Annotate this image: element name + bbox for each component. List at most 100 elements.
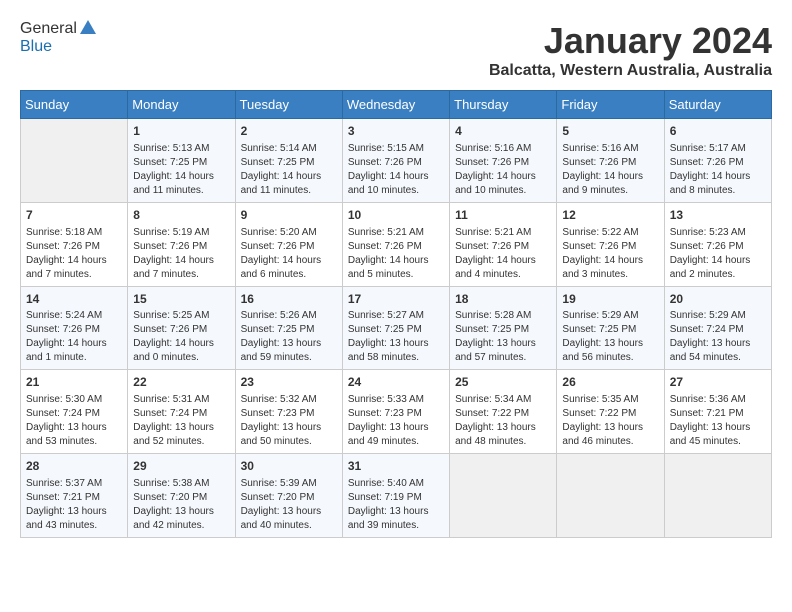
day-info: Sunrise: 5:32 AM Sunset: 7:23 PM Dayligh… <box>241 393 337 449</box>
day-number: 17 <box>348 291 444 308</box>
calendar-cell <box>557 454 664 538</box>
calendar-cell: 15Sunrise: 5:25 AM Sunset: 7:26 PM Dayli… <box>128 286 235 370</box>
day-number: 5 <box>562 123 658 140</box>
day-number: 6 <box>670 123 766 140</box>
calendar-cell: 20Sunrise: 5:29 AM Sunset: 7:24 PM Dayli… <box>664 286 771 370</box>
location-subtitle: Balcatta, Western Australia, Australia <box>489 62 772 80</box>
day-number: 19 <box>562 291 658 308</box>
calendar-cell: 13 Sunrise: 5:23 AM Sunset: 7:26 PM Dayli… <box>664 202 771 286</box>
day-number: 29 <box>133 458 229 475</box>
header-row: SundayMondayTuesdayWednesdayThursdayFrid… <box>21 91 772 119</box>
day-number: 28 <box>26 458 122 475</box>
calendar-cell: 6Sunrise: 5:17 AM Sunset: 7:26 PM Daylig… <box>664 119 771 203</box>
day-number: 22 <box>133 374 229 391</box>
day-number: 25 <box>455 374 551 391</box>
calendar-cell: 27 Sunrise: 5:36 AM Sunset: 7:21 PM Dayli… <box>664 370 771 454</box>
day-info: Sunrise: 5:25 AM Sunset: 7:26 PM Dayligh… <box>133 309 229 365</box>
calendar-cell: 1 Sunrise: 5:13 AM Sunset: 7:25 PM Daylig… <box>128 119 235 203</box>
day-number: 16 <box>241 291 337 308</box>
day-info: Sunrise: 5:29 AM Sunset: 7:25 PM Dayligh… <box>562 309 658 365</box>
day-number: 26 <box>562 374 658 391</box>
calendar-cell <box>21 119 128 203</box>
calendar-cell: 2 Sunrise: 5:14 AM Sunset: 7:25 PM Daylig… <box>235 119 342 203</box>
day-number: 1 <box>133 123 229 140</box>
day-info: Sunrise: 5:13 AM Sunset: 7:25 PM Dayligh… <box>133 142 229 198</box>
calendar-cell: 10 Sunrise: 5:21 AM Sunset: 7:26 PM Dayli… <box>342 202 449 286</box>
day-info: Sunrise: 5:16 AM Sunset: 7:26 PM Dayligh… <box>562 142 658 198</box>
day-info: Sunrise: 5:37 AM Sunset: 7:21 PM Dayligh… <box>26 477 122 533</box>
day-info: Sunrise: 5:40 AM Sunset: 7:19 PM Dayligh… <box>348 477 444 533</box>
day-number: 21 <box>26 374 122 391</box>
col-header-friday: Friday <box>557 91 664 119</box>
calendar-cell: 12 Sunrise: 5:22 AM Sunset: 7:26 PM Dayli… <box>557 202 664 286</box>
day-number: 24 <box>348 374 444 391</box>
calendar-cell: 9 Sunrise: 5:20 AM Sunset: 7:26 PM Daylig… <box>235 202 342 286</box>
day-info: Sunrise: 5:34 AM Sunset: 7:22 PM Dayligh… <box>455 393 551 449</box>
calendar-cell: 19Sunrise: 5:29 AM Sunset: 7:25 PM Dayli… <box>557 286 664 370</box>
month-year-title: January 2024 <box>489 20 772 62</box>
calendar-cell: 7Sunrise: 5:18 AM Sunset: 7:26 PM Daylig… <box>21 202 128 286</box>
day-info: Sunrise: 5:15 AM Sunset: 7:26 PM Dayligh… <box>348 142 444 198</box>
day-info: Sunrise: 5:27 AM Sunset: 7:25 PM Dayligh… <box>348 309 444 365</box>
day-info: Sunrise: 5:14 AM Sunset: 7:25 PM Dayligh… <box>241 142 337 198</box>
day-info: Sunrise: 5:16 AM Sunset: 7:26 PM Dayligh… <box>455 142 551 198</box>
day-number: 20 <box>670 291 766 308</box>
col-header-monday: Monday <box>128 91 235 119</box>
logo-icon <box>78 18 96 36</box>
col-header-wednesday: Wednesday <box>342 91 449 119</box>
day-number: 12 <box>562 207 658 224</box>
calendar-cell: 28 Sunrise: 5:37 AM Sunset: 7:21 PM Dayli… <box>21 454 128 538</box>
day-number: 10 <box>348 207 444 224</box>
calendar-cell: 16Sunrise: 5:26 AM Sunset: 7:25 PM Dayli… <box>235 286 342 370</box>
calendar-cell: 26 Sunrise: 5:35 AM Sunset: 7:22 PM Dayli… <box>557 370 664 454</box>
week-row-5: 28 Sunrise: 5:37 AM Sunset: 7:21 PM Dayli… <box>21 454 772 538</box>
day-number: 7 <box>26 207 122 224</box>
day-info: Sunrise: 5:33 AM Sunset: 7:23 PM Dayligh… <box>348 393 444 449</box>
calendar-cell: 18Sunrise: 5:28 AM Sunset: 7:25 PM Dayli… <box>450 286 557 370</box>
calendar-table: SundayMondayTuesdayWednesdayThursdayFrid… <box>20 90 772 538</box>
calendar-cell: 14Sunrise: 5:24 AM Sunset: 7:26 PM Dayli… <box>21 286 128 370</box>
calendar-cell: 8 Sunrise: 5:19 AM Sunset: 7:26 PM Daylig… <box>128 202 235 286</box>
day-info: Sunrise: 5:26 AM Sunset: 7:25 PM Dayligh… <box>241 309 337 365</box>
day-number: 30 <box>241 458 337 475</box>
col-header-sunday: Sunday <box>21 91 128 119</box>
day-info: Sunrise: 5:23 AM Sunset: 7:26 PM Dayligh… <box>670 226 766 282</box>
day-info: Sunrise: 5:20 AM Sunset: 7:26 PM Dayligh… <box>241 226 337 282</box>
page-header: General Blue January 2024 Balcatta, West… <box>20 20 772 80</box>
calendar-cell <box>450 454 557 538</box>
day-number: 18 <box>455 291 551 308</box>
day-number: 23 <box>241 374 337 391</box>
logo-general-text: General <box>20 20 77 38</box>
calendar-cell: 5 Sunrise: 5:16 AM Sunset: 7:26 PM Daylig… <box>557 119 664 203</box>
day-info: Sunrise: 5:35 AM Sunset: 7:22 PM Dayligh… <box>562 393 658 449</box>
day-info: Sunrise: 5:22 AM Sunset: 7:26 PM Dayligh… <box>562 226 658 282</box>
day-info: Sunrise: 5:29 AM Sunset: 7:24 PM Dayligh… <box>670 309 766 365</box>
col-header-tuesday: Tuesday <box>235 91 342 119</box>
calendar-cell: 23 Sunrise: 5:32 AM Sunset: 7:23 PM Dayli… <box>235 370 342 454</box>
calendar-cell: 21Sunrise: 5:30 AM Sunset: 7:24 PM Dayli… <box>21 370 128 454</box>
col-header-saturday: Saturday <box>664 91 771 119</box>
calendar-cell: 25 Sunrise: 5:34 AM Sunset: 7:22 PM Dayli… <box>450 370 557 454</box>
day-info: Sunrise: 5:19 AM Sunset: 7:26 PM Dayligh… <box>133 226 229 282</box>
col-header-thursday: Thursday <box>450 91 557 119</box>
day-number: 9 <box>241 207 337 224</box>
calendar-cell: 17Sunrise: 5:27 AM Sunset: 7:25 PM Dayli… <box>342 286 449 370</box>
day-number: 8 <box>133 207 229 224</box>
day-info: Sunrise: 5:36 AM Sunset: 7:21 PM Dayligh… <box>670 393 766 449</box>
calendar-cell: 11Sunrise: 5:21 AM Sunset: 7:26 PM Dayli… <box>450 202 557 286</box>
logo-blue-text: Blue <box>20 38 96 56</box>
calendar-cell: 30 Sunrise: 5:39 AM Sunset: 7:20 PM Dayli… <box>235 454 342 538</box>
day-number: 2 <box>241 123 337 140</box>
day-number: 13 <box>670 207 766 224</box>
day-info: Sunrise: 5:28 AM Sunset: 7:25 PM Dayligh… <box>455 309 551 365</box>
calendar-cell: 3Sunrise: 5:15 AM Sunset: 7:26 PM Daylig… <box>342 119 449 203</box>
calendar-cell: 24 Sunrise: 5:33 AM Sunset: 7:23 PM Dayli… <box>342 370 449 454</box>
day-info: Sunrise: 5:21 AM Sunset: 7:26 PM Dayligh… <box>348 226 444 282</box>
day-info: Sunrise: 5:39 AM Sunset: 7:20 PM Dayligh… <box>241 477 337 533</box>
day-info: Sunrise: 5:24 AM Sunset: 7:26 PM Dayligh… <box>26 309 122 365</box>
day-number: 27 <box>670 374 766 391</box>
calendar-cell: 29Sunrise: 5:38 AM Sunset: 7:20 PM Dayli… <box>128 454 235 538</box>
day-info: Sunrise: 5:21 AM Sunset: 7:26 PM Dayligh… <box>455 226 551 282</box>
calendar-cell: 31Sunrise: 5:40 AM Sunset: 7:19 PM Dayli… <box>342 454 449 538</box>
calendar-cell <box>664 454 771 538</box>
